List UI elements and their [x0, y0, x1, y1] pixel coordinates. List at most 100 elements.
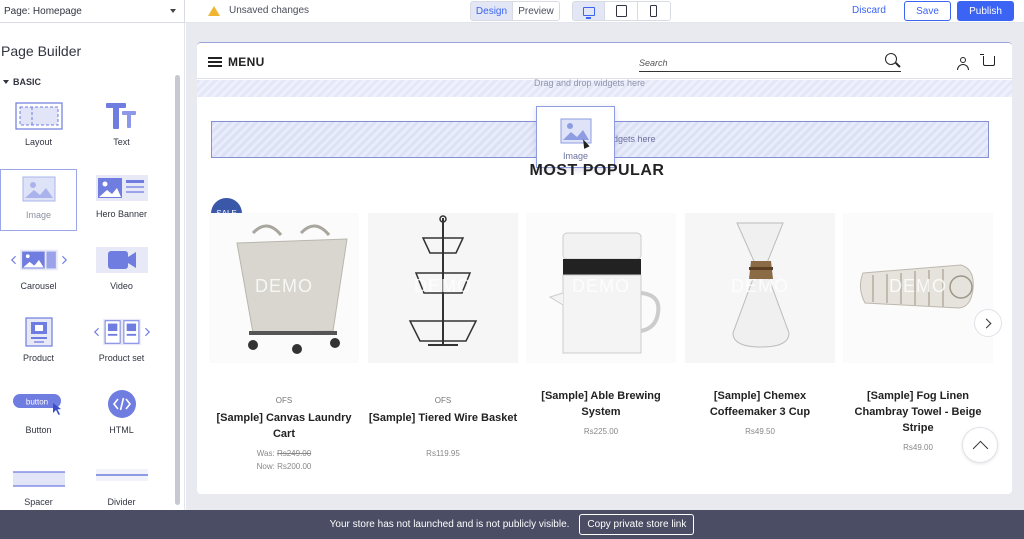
widget-html[interactable]: HTML [83, 385, 160, 447]
product-price: Rs49.50 [745, 427, 775, 436]
widget-label: Carousel [20, 281, 57, 291]
was-label: Was: [256, 449, 275, 458]
widget-product[interactable]: Product [0, 313, 77, 375]
widget-spacer[interactable]: Spacer [0, 457, 77, 516]
sidebar-title: Page Builder [1, 43, 82, 59]
hero-banner-icon [92, 172, 152, 204]
product-brand: OFS [434, 396, 452, 405]
product-brand: OFS [275, 396, 293, 405]
widget-label: HTML [109, 425, 134, 435]
widget-layout[interactable]: Layout [0, 97, 77, 159]
hamburger-icon [208, 57, 222, 67]
section-title: MOST POPULAR [529, 162, 665, 179]
publish-button[interactable]: Publish [957, 1, 1014, 21]
product-name[interactable]: [Sample] Chemex Coffeemaker 3 Cup [685, 388, 835, 420]
chevron-down-icon [170, 9, 176, 13]
widget-label: Hero Banner [95, 209, 148, 219]
unsaved-indicator: Unsaved changes [208, 5, 309, 16]
widget-text[interactable]: Text [83, 97, 160, 159]
html-icon [92, 388, 152, 420]
widget-label: Text [113, 137, 130, 147]
widget-label: Product set [98, 353, 145, 363]
carousel-icon [9, 244, 69, 276]
save-button[interactable]: Save [904, 1, 951, 21]
chevron-right-icon [981, 318, 992, 328]
warning-icon [208, 5, 220, 16]
page-select[interactable]: Page: Homepage [0, 0, 185, 23]
widget-image[interactable]: Image [0, 169, 77, 231]
demo-watermark: DEMO [414, 276, 472, 296]
spacer-icon [9, 460, 69, 492]
product-name[interactable]: [Sample] Tiered Wire Basket [368, 410, 518, 426]
desktop-view-button[interactable] [573, 2, 606, 20]
widget-label: Video [110, 281, 133, 291]
widget-hero-banner[interactable]: Hero Banner [83, 169, 160, 231]
discard-button[interactable]: Discard [852, 5, 886, 16]
tab-design[interactable]: Design [471, 2, 513, 20]
product-now-price: Now: Rs200.00 [209, 462, 359, 471]
widget-label: Layout [24, 137, 53, 147]
button-icon: button [9, 388, 69, 420]
menu-button[interactable]: MENU [208, 55, 265, 69]
product-name[interactable]: [Sample] Able Brewing System [526, 388, 676, 420]
product-was-price: Was: Rs249.00 [209, 449, 359, 458]
widget-product-set[interactable]: Product set [83, 313, 160, 375]
launch-status-text: Your store has not launched and is not p… [329, 519, 570, 530]
section-basic[interactable]: BASIC [3, 77, 41, 87]
mode-toggle: Design Preview [470, 1, 560, 21]
carousel-next-button[interactable] [974, 309, 1002, 337]
widget-carousel[interactable]: Carousel [0, 241, 77, 303]
product-set-icon [92, 316, 152, 348]
menu-label: MENU [228, 55, 265, 69]
section-basic-label: BASIC [13, 77, 42, 87]
copy-private-link-button[interactable]: Copy private store link [579, 514, 695, 535]
text-icon [92, 100, 152, 132]
product-icon [9, 316, 69, 348]
sidebar-scrollbar[interactable] [175, 75, 180, 505]
product-card[interactable]: DEMO OFS [Sample] Canvas Laundry Cart Wa… [209, 213, 359, 483]
product-card[interactable]: DEMO OFS [Sample] Tiered Wire Basket Rs1… [368, 213, 518, 483]
store-preview-frame: MENU Drag and drop widgets here Drag and… [197, 42, 1012, 494]
product-card[interactable]: DEMO [Sample] Chemex Coffeemaker 3 Cup R… [685, 213, 835, 483]
widget-divider[interactable]: Divider [83, 457, 160, 516]
user-account-icon[interactable] [957, 57, 969, 70]
widget-label: Product [22, 353, 55, 363]
product-name[interactable]: [Sample] Canvas Laundry Cart [209, 410, 359, 442]
mobile-view-button[interactable] [637, 2, 670, 20]
top-toolbar: Page: Homepage Unsaved changes Design Pr… [0, 0, 1024, 23]
chevron-up-icon [972, 440, 988, 456]
page-builder-sidebar: Page Builder BASIC Layout Text Image Her… [0, 23, 185, 516]
product-price: Rs225.00 [583, 427, 619, 436]
drop-strip-text: Drag and drop widgets here [534, 78, 646, 88]
unsaved-text: Unsaved changes [229, 5, 310, 16]
mobile-icon [650, 5, 658, 17]
now-label: Now: [256, 462, 275, 471]
widget-label: Spacer [24, 497, 53, 507]
scroll-to-top-button[interactable] [962, 427, 998, 463]
device-toggle [572, 1, 671, 21]
tablet-icon [615, 5, 627, 17]
divider-icon [92, 460, 152, 492]
desktop-icon [582, 6, 595, 19]
search-input[interactable] [639, 55, 859, 71]
tab-preview[interactable]: Preview [513, 2, 559, 20]
video-icon [92, 244, 152, 276]
tablet-view-button[interactable] [605, 2, 638, 20]
dragged-image-widget[interactable]: Image [536, 106, 615, 168]
store-header: MENU [197, 43, 1012, 79]
launch-status-banner: Your store has not launched and is not p… [0, 510, 1024, 539]
search-icon[interactable] [885, 53, 897, 65]
widget-button[interactable]: button Button [0, 385, 77, 447]
product-card[interactable]: DEMO [Sample] Able Brewing System Rs225.… [526, 213, 676, 483]
widget-drop-strip[interactable]: Drag and drop widgets here [197, 78, 1012, 97]
cart-icon[interactable] [980, 54, 995, 66]
widget-label: Image [25, 210, 51, 220]
widget-video[interactable]: Video [83, 241, 160, 303]
store-search [639, 53, 901, 72]
image-icon [9, 173, 69, 205]
layout-icon [9, 100, 69, 132]
page-select-value: Page: Homepage [4, 5, 82, 17]
demo-watermark: DEMO [255, 276, 313, 296]
demo-watermark: DEMO [731, 276, 789, 296]
now-price: Rs200.00 [277, 462, 312, 471]
